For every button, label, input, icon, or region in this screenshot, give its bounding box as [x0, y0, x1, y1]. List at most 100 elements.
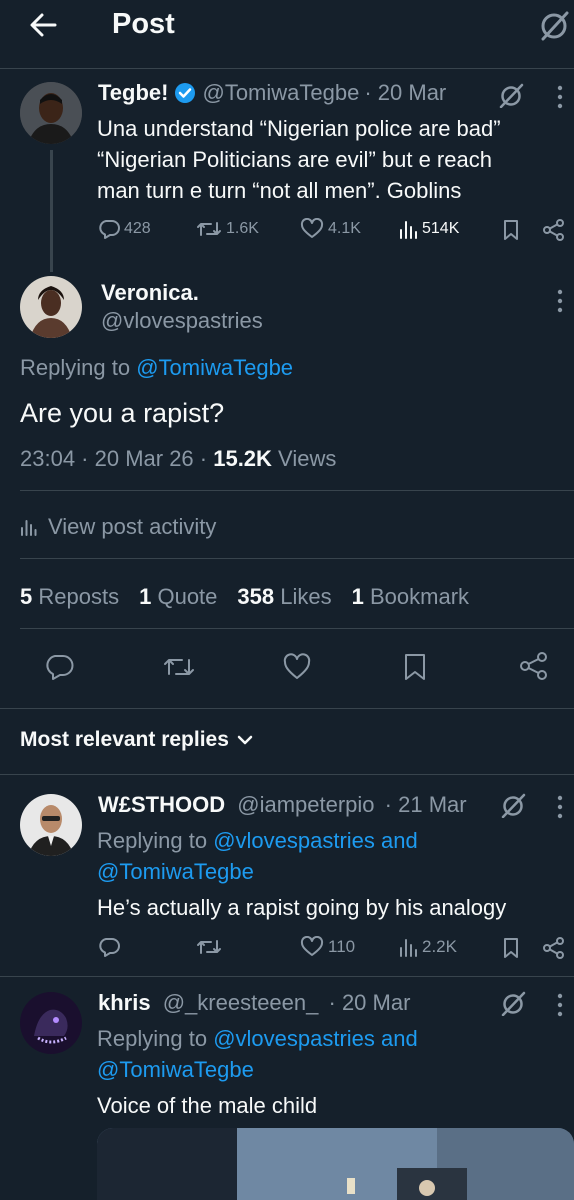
grok-button[interactable]: [538, 9, 570, 41]
views-count: 15.2K: [213, 446, 272, 471]
replying-to-link[interactable]: @TomiwaTegbe: [97, 859, 254, 884]
author-handle[interactable]: @iampeterpio: [237, 792, 374, 817]
activity-divider: [20, 558, 574, 559]
grok-button[interactable]: [500, 792, 526, 818]
views-count: 2.2K: [422, 937, 457, 956]
reposts-stat[interactable]: 5 Reposts: [20, 584, 119, 610]
repost-action[interactable]: [196, 936, 222, 958]
share-icon: [543, 219, 564, 241]
text-line: “Nigerian Politicians are evil” but e re…: [97, 147, 492, 172]
reply1-replying-to: Replying to @vlovespastries and @TomiwaT…: [97, 825, 557, 887]
more-options-button[interactable]: [554, 794, 566, 820]
page-title: Post: [112, 8, 175, 40]
repost-icon: [164, 659, 194, 675]
reply-divider: [0, 976, 574, 977]
repost-count: 1.6K: [226, 220, 259, 237]
reply-button[interactable]: [44, 652, 74, 682]
header-divider: [0, 68, 574, 69]
reply-icon: [46, 655, 74, 680]
reply-icon: [99, 220, 120, 239]
like-action[interactable]: 110: [300, 936, 355, 958]
share-icon: [520, 652, 547, 680]
share-action[interactable]: [542, 218, 566, 242]
author-name[interactable]: Veronica.: [101, 280, 199, 306]
more-options-button[interactable]: [554, 288, 566, 314]
likes-stat[interactable]: 358 Likes: [237, 584, 331, 610]
post-timestamp: 23:04 · 20 Mar 26 · 15.2K Views: [20, 446, 336, 472]
author-name[interactable]: W£STHOOD: [98, 792, 225, 817]
replying-prefix: Replying to: [97, 828, 214, 853]
views-action[interactable]: 514K: [398, 218, 459, 240]
author-name[interactable]: khris: [98, 990, 151, 1015]
timestamp-text[interactable]: 23:04 · 20 Mar 26 ·: [20, 446, 213, 471]
stats-divider: [20, 628, 574, 629]
like-count: 110: [328, 937, 356, 956]
text-line: man turn e turn “not all men”. Goblins: [97, 178, 462, 203]
post-date[interactable]: · 21 Mar: [385, 792, 467, 817]
author-handle[interactable]: @_kreesteeen_: [163, 990, 319, 1015]
bookmarks-stat[interactable]: 1 Bookmark: [352, 584, 469, 610]
replying-and: and: [374, 1026, 418, 1051]
author-handle[interactable]: @vlovespastries: [101, 308, 263, 334]
avatar-westhood[interactable]: [20, 794, 82, 856]
view-post-activity-link[interactable]: View post activity: [20, 514, 216, 540]
replying-prefix: Replying to: [20, 355, 137, 380]
text-line: Una understand “Nigerian police are bad”: [97, 116, 501, 141]
post-date[interactable]: · 20 Mar: [364, 80, 446, 106]
chevron-down-icon: [237, 735, 253, 745]
bookmark-button[interactable]: [402, 652, 428, 682]
like-count: 4.1K: [328, 220, 361, 237]
grok-icon: [541, 11, 569, 41]
repost-button[interactable]: [162, 652, 196, 682]
avatar-khris[interactable]: [20, 992, 82, 1054]
main-post-text: Are you a rapist?: [20, 398, 225, 428]
verified-badge-icon: [175, 83, 196, 103]
more-vertical-icon: [557, 795, 563, 819]
parent-post-header: Tegbe! @TomiwaTegbe · 20 Mar: [98, 80, 446, 106]
replying-to-link[interactable]: @vlovespastries: [213, 1026, 375, 1051]
repost-action[interactable]: 1.6K: [196, 218, 259, 240]
reply-action[interactable]: [98, 936, 120, 958]
bookmark-action[interactable]: [502, 937, 520, 959]
views-icon: [400, 221, 417, 239]
avatar-veronica[interactable]: [20, 276, 82, 338]
reply2-media[interactable]: [97, 1128, 574, 1200]
replying-to-link[interactable]: @TomiwaTegbe: [136, 355, 293, 380]
views-label: Views: [271, 446, 337, 471]
more-options-button[interactable]: [554, 992, 566, 1018]
more-vertical-icon: [557, 85, 563, 109]
avatar-tegbe[interactable]: [20, 82, 82, 144]
back-button[interactable]: [28, 10, 58, 40]
replying-to-link[interactable]: @TomiwaTegbe: [97, 1057, 254, 1082]
parent-post-text: Una understand “Nigerian police are bad”…: [97, 113, 567, 206]
views-action[interactable]: 2.2K: [398, 936, 457, 958]
bookmark-action[interactable]: [502, 219, 520, 241]
thread-line: [50, 150, 53, 272]
author-name[interactable]: Tegbe!: [98, 80, 168, 106]
share-button[interactable]: [518, 650, 550, 682]
heart-icon: [283, 653, 311, 679]
more-vertical-icon: [557, 993, 563, 1017]
grok-button[interactable]: [498, 82, 524, 108]
repost-icon: [197, 940, 221, 954]
more-vertical-icon: [557, 289, 563, 313]
more-options-button[interactable]: [554, 84, 566, 110]
author-handle[interactable]: @TomiwaTegbe: [202, 80, 359, 106]
share-action[interactable]: [542, 936, 566, 960]
post-divider: [20, 490, 574, 491]
like-button[interactable]: [282, 652, 312, 682]
replying-to-link[interactable]: @vlovespastries: [213, 828, 375, 853]
post-date[interactable]: · 20 Mar: [329, 990, 411, 1015]
grok-button[interactable]: [500, 990, 526, 1016]
replying-to: Replying to @TomiwaTegbe: [20, 355, 293, 381]
like-action[interactable]: 4.1K: [300, 218, 361, 240]
heart-icon: [300, 218, 324, 238]
reply-action[interactable]: 428: [98, 218, 151, 240]
actions-divider: [0, 708, 574, 709]
analytics-icon: [21, 520, 37, 536]
replies-sort-dropdown[interactable]: Most relevant replies: [20, 728, 253, 752]
quotes-stat[interactable]: 1 Quote: [139, 584, 217, 610]
view-activity-label: View post activity: [48, 514, 217, 539]
grok-icon: [501, 793, 526, 818]
views-icon: [400, 939, 417, 957]
